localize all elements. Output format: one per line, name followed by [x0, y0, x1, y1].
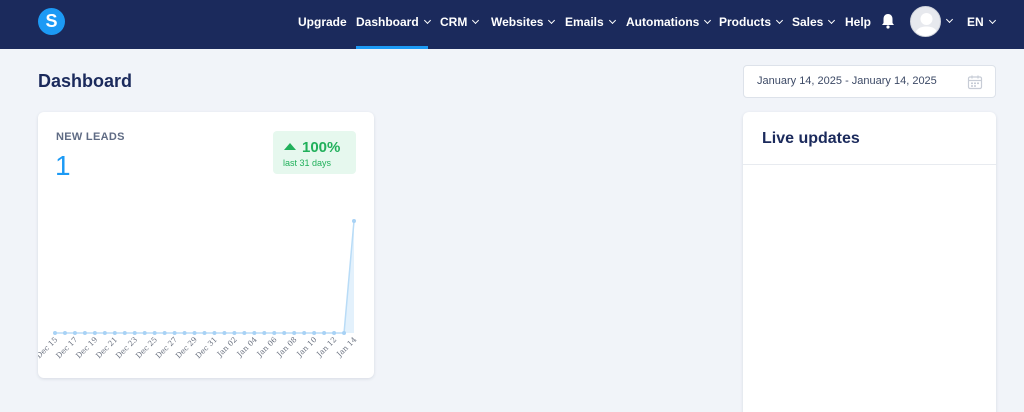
- page-title: Dashboard: [38, 71, 133, 91]
- nav-upgrade-label: Upgrade: [298, 15, 347, 29]
- data-point-dec-15[interactable]: [53, 331, 57, 335]
- language-selector[interactable]: EN: [967, 0, 996, 49]
- nav-automations[interactable]: Automations: [626, 0, 712, 49]
- nav-emails-label: Emails: [565, 15, 604, 29]
- data-point-jan-11[interactable]: [322, 331, 327, 335]
- nav-crm-label: CRM: [440, 15, 468, 29]
- nav-help[interactable]: Help: [845, 0, 871, 49]
- chevron-down-icon: [472, 16, 480, 25]
- data-point-dec-28[interactable]: [182, 331, 187, 335]
- data-point-jan-05[interactable]: [262, 331, 267, 335]
- user-avatar-icon[interactable]: [910, 6, 941, 37]
- x-tick-label: Jan 14: [334, 335, 358, 359]
- nav-sales-label: Sales: [792, 15, 824, 29]
- chart-points: [53, 219, 356, 335]
- x-tick-label: Jan 06: [254, 335, 278, 359]
- user-silhouette-icon: [914, 13, 939, 36]
- data-point-dec-22[interactable]: [122, 331, 127, 335]
- data-point-dec-23[interactable]: [132, 331, 137, 335]
- new-leads-chart: Dec 15Dec 17Dec 19Dec 21Dec 23Dec 25Dec …: [38, 219, 359, 360]
- data-point-dec-29[interactable]: [192, 331, 197, 335]
- chevron-down-icon: [775, 16, 784, 25]
- language-label: EN: [967, 15, 984, 29]
- logo[interactable]: S: [38, 8, 65, 35]
- data-point-dec-25[interactable]: [152, 331, 157, 335]
- data-point-jan-06[interactable]: [272, 331, 277, 335]
- nav-crm[interactable]: CRM: [440, 0, 480, 49]
- nav-websites[interactable]: Websites: [491, 0, 556, 49]
- date-range-value: January 14, 2025 - January 14, 2025: [757, 75, 937, 87]
- live-updates-title: Live updates: [762, 130, 860, 147]
- data-point-dec-20[interactable]: [102, 331, 107, 335]
- data-point-dec-31[interactable]: [212, 331, 217, 335]
- data-point-dec-19[interactable]: [92, 331, 97, 335]
- series-area: [55, 221, 354, 333]
- date-range-picker[interactable]: January 14, 2025 - January 14, 2025: [743, 65, 996, 98]
- nav-upgrade[interactable]: Upgrade: [298, 0, 347, 49]
- x-tick-label: Jan 12: [314, 335, 338, 359]
- live-updates-card: Live updates: [743, 112, 996, 412]
- data-point-dec-24[interactable]: [142, 331, 147, 335]
- nav-sales[interactable]: Sales: [792, 0, 836, 49]
- data-point-jan-12[interactable]: [332, 331, 337, 335]
- data-point-dec-27[interactable]: [172, 331, 177, 335]
- chevron-down-icon: [704, 16, 712, 25]
- x-tick-label: Jan 02: [215, 335, 239, 359]
- data-point-dec-26[interactable]: [162, 331, 167, 335]
- data-point-jan-10[interactable]: [312, 331, 317, 335]
- chevron-down-icon: [828, 16, 836, 25]
- data-point-jan-03[interactable]: [242, 331, 247, 335]
- data-point-jan-07[interactable]: [282, 331, 287, 335]
- data-point-dec-17[interactable]: [72, 331, 77, 335]
- nav-emails[interactable]: Emails: [565, 0, 616, 49]
- x-tick-label: Jan 04: [235, 335, 259, 359]
- data-point-jan-13[interactable]: [342, 331, 347, 335]
- series-line: [55, 220, 355, 334]
- new-leads-card: NEW LEADS 1 100% last 31 days Dec 15 Dec …: [38, 112, 374, 378]
- chevron-down-icon: [988, 16, 996, 25]
- bell-icon[interactable]: [881, 13, 895, 29]
- data-point-jan-04[interactable]: [252, 331, 257, 335]
- chart-area: [55, 220, 355, 334]
- nav-products-label: Products: [719, 15, 772, 29]
- data-point-dec-18[interactable]: [82, 331, 87, 335]
- x-tick-label: Jan 08: [274, 335, 298, 359]
- data-point-jan-08[interactable]: [292, 331, 297, 335]
- nav-dashboard[interactable]: Dashboard: [356, 0, 431, 49]
- top-navigation: S Upgrade Dashboard CRM Websites Emails …: [0, 0, 1024, 49]
- x-tick-label: Dec 31: [194, 335, 219, 360]
- data-point-dec-30[interactable]: [202, 331, 207, 335]
- divider: [743, 164, 996, 165]
- chart-x-ticks: Dec 15Dec 17Dec 19Dec 21Dec 23Dec 25Dec …: [38, 335, 359, 360]
- chevron-down-icon[interactable]: [945, 15, 954, 24]
- data-point-jan-09[interactable]: [302, 331, 307, 335]
- chevron-down-icon: [548, 16, 556, 25]
- data-point-jan-14[interactable]: [352, 219, 356, 223]
- chevron-down-icon: [423, 16, 431, 25]
- data-point-dec-16[interactable]: [62, 331, 67, 335]
- nav-products[interactable]: Products: [719, 0, 784, 49]
- data-point-jan-02[interactable]: [232, 331, 237, 335]
- nav-websites-label: Websites: [491, 15, 544, 29]
- chevron-down-icon: [608, 16, 616, 25]
- calendar-icon: [967, 75, 983, 90]
- nav-help-label: Help: [845, 15, 872, 29]
- data-point-jan-01[interactable]: [222, 331, 227, 335]
- nav-dashboard-label: Dashboard: [356, 15, 419, 29]
- data-point-dec-21[interactable]: [112, 331, 117, 335]
- x-tick-label: Jan 10: [294, 335, 318, 359]
- nav-automations-label: Automations: [626, 15, 700, 29]
